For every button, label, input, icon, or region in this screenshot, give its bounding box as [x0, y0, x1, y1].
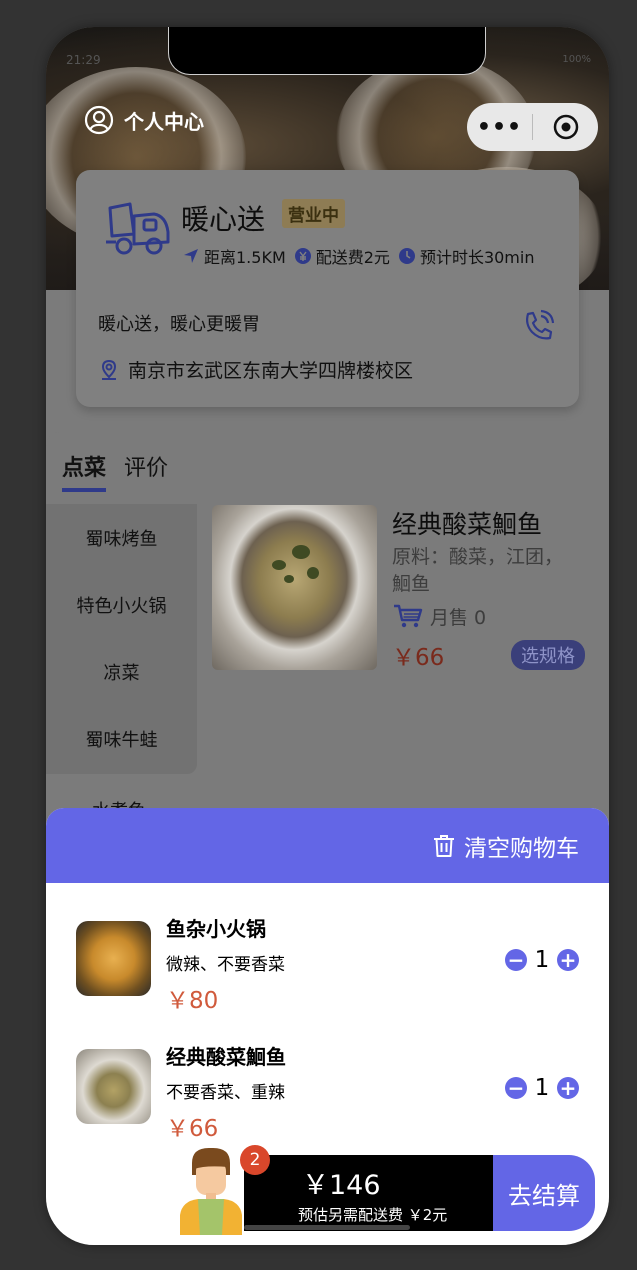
- status-battery: 100%: [562, 54, 591, 65]
- tab-reviews[interactable]: 评价: [124, 450, 168, 492]
- cart-item-thumbnail: [76, 921, 151, 996]
- quantity-stepper: − 1 +: [505, 1075, 579, 1101]
- category-item[interactable]: 蜀味牛蛙: [46, 705, 197, 772]
- eta-text: 预计时长30min: [419, 248, 535, 267]
- select-spec-button[interactable]: 选规格: [511, 640, 585, 670]
- plus-icon[interactable]: +: [557, 949, 579, 971]
- clear-cart-button[interactable]: 清空购物车: [46, 808, 609, 883]
- cart-item-name: 经典酸菜鮰鱼: [166, 1045, 286, 1069]
- home-indicator: [244, 1225, 410, 1230]
- clock-icon: [398, 248, 415, 264]
- category-item[interactable]: 蜀味烤鱼: [46, 504, 197, 571]
- quantity-stepper: − 1 +: [505, 947, 579, 973]
- category-item[interactable]: 凉菜: [46, 638, 197, 705]
- checkout-label: 去结算: [508, 1181, 580, 1210]
- menu-panel: 点菜 评价 蜀味烤鱼 特色小火锅 凉菜 蜀味牛蛙 水煮鱼 经典酸菜鮰鱼 原料：酸…: [46, 432, 609, 852]
- delivery-fee-info: 配送费2元: [294, 244, 390, 268]
- cart-item: 鱼杂小火锅 微辣、不要香菜 ￥80 − 1 +: [76, 913, 579, 1023]
- menu-tabs: 点菜 评价: [62, 450, 186, 492]
- more-dots-icon[interactable]: •••: [467, 115, 532, 140]
- trash-icon: [434, 834, 454, 857]
- close-target-button[interactable]: [533, 114, 598, 140]
- navigation-arrow-icon: [184, 249, 198, 263]
- address-text: 南京市玄武区东南大学四牌楼校区: [128, 360, 414, 382]
- location-pin-icon: [101, 359, 117, 380]
- user-center-link[interactable]: 个人中心: [84, 105, 204, 135]
- shop-meta-row: 距离1.5KM 配送费2元 预计时长30min: [182, 244, 542, 268]
- cart-avatar[interactable]: [176, 1145, 246, 1235]
- dish-title: 经典酸菜鮰鱼: [392, 510, 543, 539]
- cart-total: ￥146: [302, 1170, 381, 1201]
- checkout-button[interactable]: 去结算: [493, 1155, 595, 1231]
- shop-address: 南京市玄武区东南大学四牌楼校区: [98, 356, 413, 383]
- cart-count-badge: 2: [240, 1145, 270, 1175]
- cart-item-price: ￥66: [166, 1116, 219, 1142]
- distance-text: 距离1.5KM: [204, 248, 286, 267]
- cart-item-options: 微辣、不要香菜: [166, 955, 285, 975]
- phone-frame: 21:29 100% 个人中心 ••• 暖心送 营业中 距离1.5KM 配送费2…: [46, 27, 609, 1245]
- dish-description: 原料：酸菜，江团，鮰鱼: [392, 546, 564, 595]
- shop-name: 暖心送: [181, 203, 266, 236]
- status-badge: 营业中: [282, 199, 345, 228]
- minus-icon[interactable]: −: [505, 949, 527, 971]
- dish-price: ￥66: [392, 645, 445, 671]
- cart-total-panel[interactable]: ￥146 预估另需配送费 ￥2元: [244, 1155, 494, 1231]
- category-item[interactable]: 特色小火锅: [46, 571, 197, 638]
- status-time: 21:29: [66, 53, 101, 67]
- category-sidebar: 蜀味烤鱼 特色小火锅 凉菜 蜀味牛蛙: [46, 504, 197, 774]
- device-notch: [168, 27, 486, 75]
- mini-program-capsule: •••: [467, 103, 598, 151]
- distance-info: 距离1.5KM: [182, 244, 286, 268]
- cart-item-options: 不要香菜、重辣: [166, 1083, 285, 1103]
- cart-item: 经典酸菜鮰鱼 不要香菜、重辣 ￥66 − 1 +: [76, 1041, 579, 1151]
- dish-image[interactable]: [212, 505, 377, 670]
- user-center-label: 个人中心: [124, 109, 204, 134]
- plus-icon[interactable]: +: [557, 1077, 579, 1099]
- cart-item-price: ￥80: [166, 988, 219, 1014]
- dish-sales-text: 月售 0: [430, 606, 487, 629]
- delivery-truck-icon: [106, 202, 170, 255]
- cart-item-thumbnail: [76, 1049, 151, 1124]
- dish-sales: 月售 0: [392, 602, 486, 630]
- quantity-value: 1: [534, 1075, 550, 1101]
- user-icon: [84, 105, 114, 135]
- quantity-value: 1: [534, 947, 550, 973]
- shop-slogan: 暖心送，暖心更暖胃: [98, 314, 260, 335]
- target-icon: [553, 114, 578, 140]
- clear-cart-label: 清空购物车: [464, 835, 579, 862]
- eta-info: 预计时长30min: [398, 244, 535, 268]
- minus-icon[interactable]: −: [505, 1077, 527, 1099]
- cart-item-name: 鱼杂小火锅: [166, 917, 266, 941]
- yen-coin-icon: [294, 248, 311, 264]
- tab-order[interactable]: 点菜: [62, 450, 107, 492]
- phone-call-icon[interactable]: [520, 308, 556, 344]
- shopping-cart-icon: [394, 604, 423, 628]
- delivery-fee-text: 配送费2元: [315, 248, 390, 267]
- delivery-fee-note: 预估另需配送费 ￥2元: [298, 1206, 448, 1224]
- shop-info-card: 暖心送 营业中 距离1.5KM 配送费2元 预计时长30min 暖心送，暖心更暖…: [76, 170, 579, 407]
